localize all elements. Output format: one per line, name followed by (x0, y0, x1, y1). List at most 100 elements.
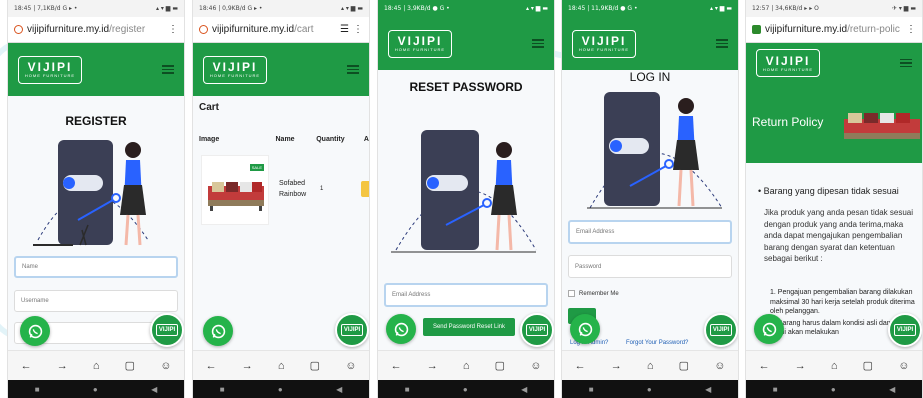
vijipi-badge-icon[interactable]: VIJIPI (150, 313, 184, 347)
forward-icon[interactable]: → (427, 360, 438, 372)
tabs-icon[interactable]: ▢ (863, 359, 873, 372)
site-header: VIJIPI HOME FURNITURE (746, 43, 922, 83)
forward-icon[interactable]: → (57, 360, 68, 372)
account-icon[interactable]: ☺ (530, 360, 541, 372)
forward-icon[interactable]: → (242, 360, 253, 372)
info-icon[interactable] (14, 25, 23, 34)
hamburger-menu-icon[interactable] (532, 39, 544, 48)
account-icon[interactable]: ☺ (898, 360, 909, 372)
recents-icon[interactable]: ■ (220, 385, 225, 394)
page-title: Return Policy (752, 115, 824, 129)
hamburger-menu-icon[interactable] (347, 65, 359, 74)
remember-me[interactable]: Remember Me (568, 290, 619, 297)
forward-icon[interactable]: → (611, 360, 622, 372)
whatsapp-icon[interactable] (570, 314, 600, 344)
back-icon[interactable]: ← (391, 360, 402, 372)
vijipi-logo[interactable]: VIJIPI HOME FURNITURE (388, 29, 452, 58)
back-button-icon[interactable]: ◀ (151, 385, 157, 394)
site-header: VIJIPI HOME FURNITURE (193, 43, 369, 96)
status-bar: 12:57 | 34,6KB/d ▸ ▸ O ✈ ▾ ▆ ▬ (746, 0, 922, 17)
status-right: ▴ ▾ ▆ ▬ (525, 5, 548, 12)
col-action: A (363, 136, 369, 143)
vijipi-badge-icon[interactable]: VIJIPI (704, 313, 738, 347)
home-button-icon[interactable]: ● (831, 385, 836, 394)
vijipi-badge-icon[interactable]: VIJIPI (520, 313, 554, 347)
whatsapp-icon[interactable] (20, 316, 50, 346)
vijipi-logo[interactable]: VIJIPI HOME FURNITURE (18, 55, 82, 84)
account-icon[interactable]: ☺ (714, 360, 725, 372)
more-vert-icon[interactable]: ⋮ (906, 24, 916, 35)
whatsapp-icon[interactable] (203, 316, 233, 346)
more-vert-icon[interactable]: ⋮ (168, 24, 178, 35)
back-icon[interactable]: ← (759, 360, 770, 372)
home-icon[interactable]: ⌂ (831, 360, 838, 372)
tabs-icon[interactable]: ▢ (679, 359, 689, 372)
forgot-password-link[interactable]: Forgot Your Password? (626, 340, 688, 346)
address-bar[interactable]: vijipifurniture.my.id/register ⋮ (8, 17, 184, 43)
vijipi-logo[interactable]: VIJIPI HOME FURNITURE (203, 55, 267, 84)
browser-nav-bar: ← → ⌂ ▢ ☺ (562, 350, 738, 380)
home-icon[interactable]: ⌂ (463, 360, 470, 372)
lock-icon[interactable] (752, 25, 761, 34)
back-button-icon[interactable]: ◀ (705, 385, 711, 394)
back-icon[interactable]: ← (21, 360, 32, 372)
recents-icon[interactable]: ■ (589, 385, 594, 394)
info-icon[interactable] (199, 25, 208, 34)
home-button-icon[interactable]: ● (278, 385, 283, 394)
whatsapp-icon[interactable] (386, 314, 416, 344)
recents-icon[interactable]: ■ (773, 385, 778, 394)
back-button-icon[interactable]: ◀ (889, 385, 895, 394)
status-right: ▴ ▾ ▆ ▬ (340, 5, 363, 12)
tabs-icon[interactable]: ▢ (310, 359, 320, 372)
hamburger-menu-icon[interactable] (162, 65, 174, 74)
hamburger-menu-icon[interactable] (716, 39, 728, 48)
tune-icon[interactable]: ☰ (340, 24, 349, 35)
forward-icon[interactable]: → (795, 360, 806, 372)
hamburger-menu-icon[interactable] (900, 58, 912, 68)
email-field[interactable]: Email Address (568, 220, 732, 244)
url-text[interactable]: vijipifurniture.my.id/cart (212, 24, 336, 35)
product-image[interactable]: SALE (201, 155, 269, 225)
address-bar[interactable]: vijipifurniture.my.id/return-polic ⋮ (746, 17, 922, 43)
remember-label: Remember Me (579, 290, 619, 297)
vijipi-badge-icon[interactable]: VIJIPI (335, 313, 369, 347)
home-icon[interactable]: ⌂ (278, 360, 285, 372)
site-header: VIJIPI HOME FURNITURE (8, 43, 184, 96)
tabs-icon[interactable]: ▢ (125, 359, 135, 372)
back-button-icon[interactable]: ◀ (521, 385, 527, 394)
email-field[interactable]: Email Address (384, 283, 548, 307)
remember-checkbox[interactable] (568, 290, 575, 297)
vijipi-logo[interactable]: VIJIPI HOME FURNITURE (572, 29, 636, 58)
back-icon[interactable]: ← (206, 360, 217, 372)
name-field[interactable]: Name (14, 256, 178, 278)
tabs-icon[interactable]: ▢ (495, 359, 505, 372)
password-field[interactable]: Password (568, 255, 732, 278)
recents-icon[interactable]: ■ (405, 385, 410, 394)
recents-icon[interactable]: ■ (35, 385, 40, 394)
home-button-icon[interactable]: ● (647, 385, 652, 394)
url-text[interactable]: vijipifurniture.my.id/register (27, 24, 164, 35)
phone-login: 18:45 | 11,9KB/d ● G • ▴ ▾ ▆ ▬ VIJIPI HOM… (561, 0, 739, 398)
home-button-icon[interactable]: ● (463, 385, 468, 394)
vijipi-badge-icon[interactable]: VIJIPI (888, 313, 922, 347)
url-text[interactable]: vijipifurniture.my.id/return-polic (765, 24, 902, 35)
address-bar[interactable]: vijipifurniture.my.id/cart ☰ ⋮ (193, 17, 369, 43)
screenshot-stage: 18:45 | 7,1KB/d G ▸ • ▴ ▾ ▆ ▬ vijipifurn… (0, 0, 923, 398)
home-button-icon[interactable]: ● (93, 385, 98, 394)
home-icon[interactable]: ⌂ (93, 360, 100, 372)
product-name[interactable]: Sofabed Rainbow (279, 178, 306, 200)
browser-nav-bar: ← → ⌂ ▢ ☺ (193, 350, 369, 380)
back-icon[interactable]: ← (575, 360, 586, 372)
home-icon[interactable]: ⌂ (647, 360, 654, 372)
action-button[interactable] (361, 181, 369, 197)
more-vert-icon[interactable]: ⋮ (353, 24, 363, 35)
back-button-icon[interactable]: ◀ (336, 385, 342, 394)
whatsapp-icon[interactable] (754, 314, 784, 344)
account-icon[interactable]: ☺ (345, 360, 356, 372)
account-icon[interactable]: ☺ (160, 360, 171, 372)
phone-register: 18:45 | 7,1KB/d G ▸ • ▴ ▾ ▆ ▬ vijipifurn… (7, 0, 185, 398)
username-field[interactable]: Username (14, 290, 178, 312)
send-reset-link-button[interactable]: Send Password Reset Link (423, 318, 515, 336)
vijipi-logo[interactable]: VIJIPI HOME FURNITURE (756, 49, 820, 77)
browser-nav-bar: ← → ⌂ ▢ ☺ (8, 350, 184, 380)
